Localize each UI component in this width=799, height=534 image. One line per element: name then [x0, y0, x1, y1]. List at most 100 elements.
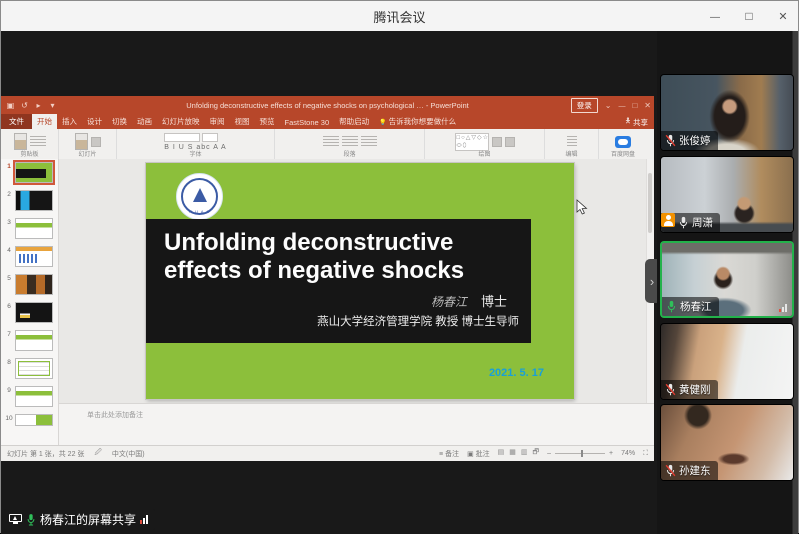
ribbon-group-font: B I U S abc A︎ A 字体	[117, 129, 275, 159]
ribbon-group-drawing: □○△▽◇☆ ⬭⬯ 绘图	[425, 129, 545, 159]
save-icon[interactable]	[6, 101, 15, 110]
participant-name: 孙建东	[679, 463, 711, 478]
meeting-window: 腾讯会议 Unfolding deconstructive effects of…	[0, 0, 799, 533]
notes-placeholder: 单击此处添加备注	[87, 410, 654, 420]
host-badge-icon	[661, 213, 675, 227]
tab-animations[interactable]: 动画	[132, 114, 157, 129]
tab-home[interactable]: 开始	[32, 114, 57, 129]
ppt-signin-button[interactable]: 登录	[571, 98, 598, 113]
tab-view[interactable]: 视图	[230, 114, 255, 129]
ppt-restore-icon[interactable]	[632, 101, 637, 110]
zoom-control[interactable]: – +	[547, 450, 613, 457]
paste-icon[interactable]	[14, 133, 27, 150]
tell-me-search[interactable]: 告诉我你想要做什么	[374, 114, 461, 129]
shapes-gallery[interactable]: □○△▽◇☆ ⬭⬯	[455, 133, 489, 151]
tab-help[interactable]: 帮助启动	[334, 114, 374, 129]
slide-thumbnail-panel[interactable]: 1 2 3 4 5 6 7 8 9 10	[1, 159, 59, 446]
participant-name: 周潇	[692, 215, 713, 230]
screen-share-icon	[9, 514, 22, 525]
slide-thumbnail-8[interactable]: 8	[3, 358, 58, 379]
fit-window-icon[interactable]: ⛶	[643, 450, 648, 458]
undo-icon[interactable]	[20, 101, 29, 110]
slide-thumbnail-4[interactable]: 4	[3, 246, 58, 267]
mic-on-icon	[678, 216, 689, 230]
ppt-status-bar: 幻灯片 第 1 张，共 22 张 🖉 中文(中国) ≡ 备注 ▣ 批注 ▤ ▦ …	[1, 445, 654, 461]
sorter-view-icon[interactable]: ▦	[509, 448, 516, 459]
slideshow-view-icon[interactable]: 🗗	[533, 448, 540, 459]
mouse-cursor	[576, 199, 588, 216]
meeting-title: 腾讯会议	[373, 7, 425, 26]
ribbon-group-paragraph: 段落	[275, 129, 425, 159]
ppt-ribbon-tabs: 文件 开始 插入 设计 切换 动画 幻灯片放映 审阅 视图 预览 FastSto…	[1, 114, 654, 129]
tab-review[interactable]: 审阅	[205, 114, 230, 129]
lightbulb-icon	[379, 117, 386, 126]
tab-preview[interactable]: 预览	[255, 114, 280, 129]
comments-toggle[interactable]: ▣ 批注	[467, 449, 490, 459]
slide-thumbnail-2[interactable]: 2	[3, 190, 58, 211]
zoom-in-icon[interactable]: +	[609, 450, 613, 457]
participant-name: 张俊婷	[679, 133, 711, 148]
mic-muted-icon	[665, 383, 676, 397]
participant-tile[interactable]: 周潇	[660, 156, 794, 233]
slide-thumbnail-6[interactable]: 6	[3, 302, 58, 323]
ppt-document-title: Unfolding deconstructive effects of nega…	[1, 101, 654, 110]
slide-title-box[interactable]: Unfolding deconstructive effects of nega…	[146, 219, 531, 343]
normal-view-icon[interactable]: ▤	[498, 448, 505, 459]
ppt-share-button[interactable]: 共享	[625, 116, 648, 128]
language-status[interactable]: 中文(中国)	[112, 449, 145, 459]
participant-tile[interactable]: 张俊婷	[660, 74, 794, 151]
share-banner-text: 杨春江的屏幕共享	[40, 511, 136, 528]
mic-muted-icon	[665, 464, 676, 478]
zoom-out-icon[interactable]: –	[547, 450, 551, 457]
slide-thumbnail-10[interactable]: 10	[3, 414, 58, 426]
tab-faststone[interactable]: FastStone 30	[280, 116, 335, 129]
university-logo: N U A A	[176, 173, 223, 220]
spellcheck-icon[interactable]: 🖉	[94, 448, 101, 459]
slideshow-icon[interactable]	[34, 101, 43, 110]
tab-design[interactable]: 设计	[82, 114, 107, 129]
participant-tile[interactable]: 孙建东	[660, 404, 794, 481]
participant-name: 杨春江	[680, 299, 712, 314]
ppt-close-icon[interactable]	[644, 101, 651, 110]
slide-thumbnail-7[interactable]: 7	[3, 330, 58, 351]
poor-network-icon	[779, 304, 787, 312]
font-size-box[interactable]	[202, 133, 218, 142]
maximize-icon[interactable]	[742, 9, 756, 23]
minimize-icon[interactable]	[708, 9, 722, 23]
baidu-cloud-icon[interactable]	[615, 136, 631, 148]
slide-thumbnail-9[interactable]: 9	[3, 386, 58, 407]
slide-thumbnail-5[interactable]: 5	[3, 274, 58, 295]
slide-thumbnail-1[interactable]: 1	[3, 162, 58, 183]
ribbon-group-baidu: 百度网盘	[599, 129, 647, 159]
ribbon-options-icon[interactable]	[605, 101, 612, 110]
mic-on-icon	[26, 513, 36, 527]
slide-date: 2021. 5. 17	[489, 367, 544, 379]
participant-tile-active-speaker[interactable]: 杨春江	[660, 241, 794, 318]
screen-share-stage: Unfolding deconstructive effects of nega…	[1, 31, 659, 534]
reading-view-icon[interactable]: ▥	[521, 448, 528, 459]
tab-insert[interactable]: 插入	[57, 114, 82, 129]
new-slide-icon[interactable]	[75, 133, 88, 150]
notes-toggle[interactable]: ≡ 备注	[439, 449, 459, 459]
slide-thumbnail-3[interactable]: 3	[3, 218, 58, 239]
ppt-minimize-icon[interactable]	[618, 101, 625, 110]
zoom-level[interactable]: 74%	[621, 450, 635, 457]
tab-transitions[interactable]: 切换	[107, 114, 132, 129]
ppt-titlebar: Unfolding deconstructive effects of nega…	[1, 96, 654, 114]
ribbon-group-editing: 编辑	[545, 129, 599, 159]
close-icon[interactable]	[776, 9, 790, 23]
meeting-titlebar: 腾讯会议	[1, 1, 798, 32]
tab-file[interactable]: 文件	[1, 114, 32, 129]
participant-tile[interactable]: 黄健刚	[660, 323, 794, 400]
mic-muted-icon	[665, 134, 676, 148]
notes-pane[interactable]: 单击此处添加备注	[59, 403, 654, 446]
tab-slideshow[interactable]: 幻灯片放映	[157, 114, 205, 129]
font-name-box[interactable]	[164, 133, 200, 142]
screen-share-banner[interactable]: 杨春江的屏幕共享	[4, 509, 155, 530]
ppt-ribbon: 剪贴板 幻灯片 B I U S abc A︎ A 字体 段落	[1, 129, 654, 160]
zoom-slider[interactable]	[555, 453, 605, 454]
ribbon-group-slides: 幻灯片	[59, 129, 117, 159]
current-slide[interactable]: N U A A Unfolding deconstructive effects…	[146, 163, 574, 399]
quick-access-more-icon[interactable]	[48, 101, 57, 110]
person-icon	[625, 116, 631, 128]
